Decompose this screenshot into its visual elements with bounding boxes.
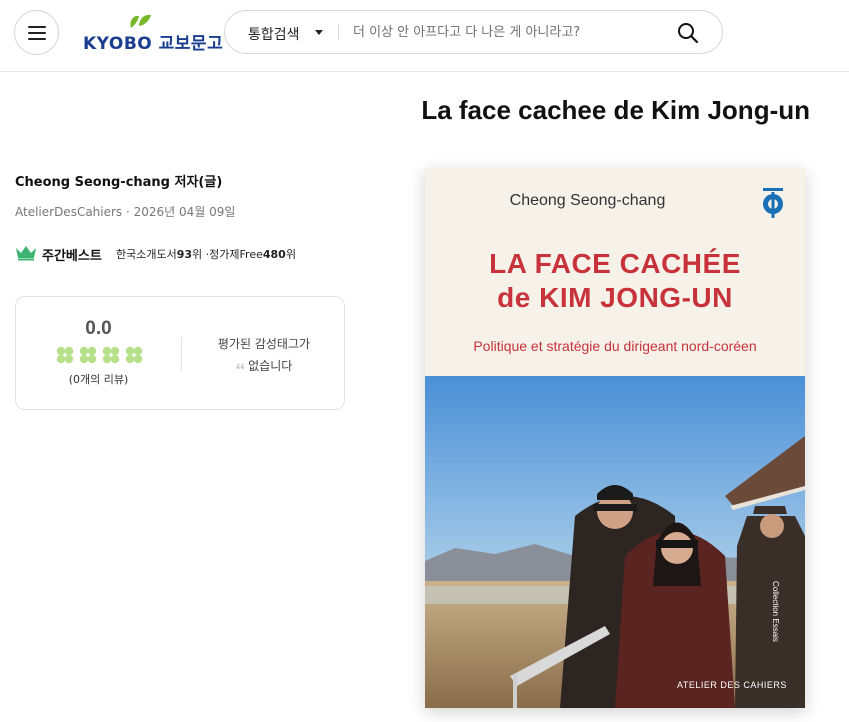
page-title: La face cachee de Kim Jong-un bbox=[421, 95, 810, 125]
rating-score: 0.0 bbox=[85, 318, 112, 339]
emotion-tag-empty: “없습니다 bbox=[182, 357, 346, 382]
cover-series: Collection Essais bbox=[770, 581, 784, 661]
search-category-select[interactable]: 통합검색 bbox=[248, 24, 300, 44]
leaf-icon bbox=[130, 14, 151, 28]
publisher-date: AtelierDesCahiers · 2026년 04월 09일 bbox=[15, 205, 236, 219]
logo-text: KYOBO 교보문고 bbox=[83, 34, 224, 54]
review-count[interactable]: (0개의 리뷰) bbox=[16, 371, 181, 387]
hamburger-icon-bar bbox=[28, 32, 46, 34]
free-category-name: ·정가제Free bbox=[202, 248, 263, 261]
book-cover[interactable]: Cheong Seong-chang LA FACE CACHÉE de KIM… bbox=[425, 168, 805, 708]
cover-subtitle: Politique et stratégie du dirigeant nord… bbox=[473, 338, 757, 354]
emotion-tag-empty-text: 없습니다 bbox=[248, 359, 293, 373]
free-rank-unit: 위 bbox=[285, 248, 296, 261]
kyobo-logo[interactable]: KYOBO 교보문고 bbox=[83, 12, 223, 54]
category-rank: 93 bbox=[176, 248, 193, 261]
cover-title-line2: de KIM JONG-UN bbox=[497, 282, 733, 313]
crown-icon bbox=[16, 246, 36, 261]
cover-title-line1: LA FACE CACHÉE bbox=[489, 248, 741, 279]
review-summary: 0.0 (0개의 리뷰) 평가된 감성태그가 “없습니다 bbox=[15, 296, 345, 410]
hamburger-icon bbox=[28, 26, 46, 28]
cover-photo bbox=[425, 376, 805, 708]
search-divider bbox=[338, 24, 339, 40]
hamburger-icon-bar bbox=[28, 38, 46, 40]
category-name: 한국소개도서 bbox=[116, 248, 177, 261]
search-bar: 통합검색 bbox=[224, 10, 723, 54]
cover-author: Cheong Seong-chang bbox=[509, 192, 666, 209]
rank-unit: 위 bbox=[192, 248, 203, 261]
free-rank: 480 bbox=[262, 248, 286, 261]
cover-publisher: ATELIER DES CAHIERS bbox=[677, 680, 787, 690]
search-icon[interactable] bbox=[677, 22, 699, 44]
author-link[interactable]: Cheong Seong-chang 저자(글) bbox=[15, 171, 222, 190]
quote-icon: “ bbox=[235, 360, 246, 381]
menu-button[interactable] bbox=[14, 10, 59, 55]
publisher-logo-icon bbox=[763, 188, 783, 218]
cover-series-text: Collection Essais bbox=[771, 581, 780, 642]
search-input[interactable] bbox=[353, 21, 673, 43]
clover-rating-icons bbox=[56, 346, 143, 364]
caret-down-icon[interactable] bbox=[315, 30, 323, 35]
site-header: KYOBO 교보문고 통합검색 bbox=[0, 0, 849, 72]
bestseller-label: 주간베스트 bbox=[42, 249, 102, 264]
emotion-tag-text: 평가된 감성태그가 bbox=[217, 337, 311, 351]
bestseller-detail: 한국소개도서93위 ·정가제Free480위 bbox=[116, 246, 296, 262]
